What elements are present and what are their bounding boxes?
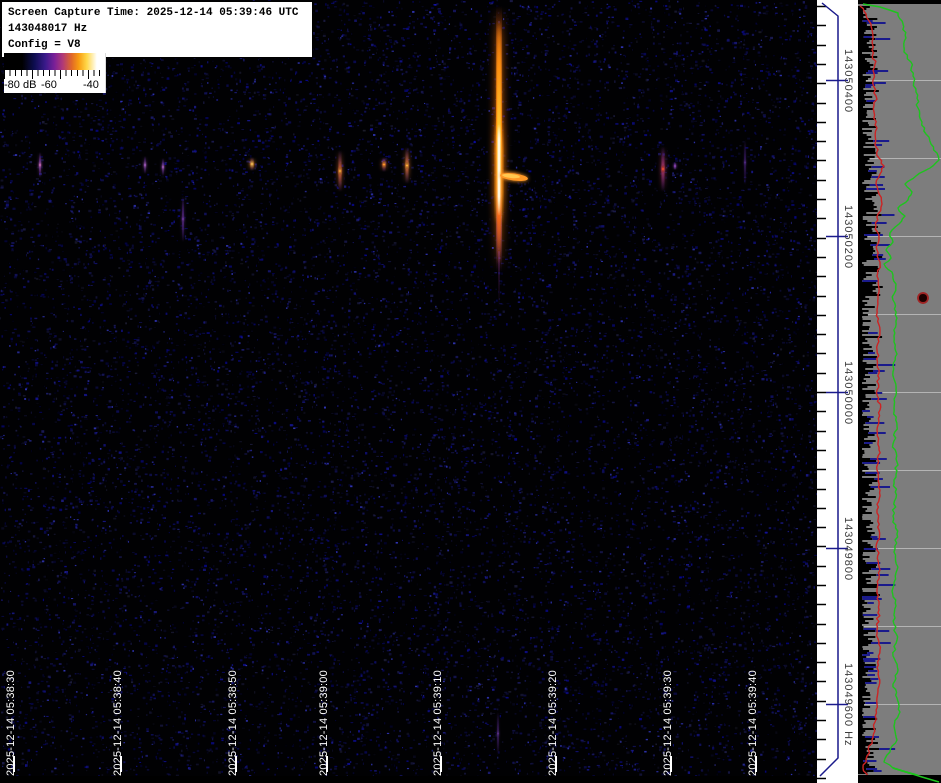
frequency-axis-label: 143049800: [842, 517, 854, 582]
capture-time-text: Screen Capture Time: 2025-12-14 05:39:46…: [8, 7, 299, 19]
time-axis-label: 2025-12-14 05:38:30: [5, 670, 17, 776]
time-axis-tick: [120, 756, 122, 772]
frequency-axis-label: 143050200: [842, 205, 854, 270]
time-axis-tick: [440, 756, 442, 772]
screen-capture: 2025-12-14 05:38:30 2025-12-14 05:38:40 20…: [0, 0, 941, 783]
time-axis-label: 2025-12-14 05:38:50: [227, 670, 239, 776]
spectrogram-waterfall: [0, 0, 818, 783]
time-axis-label: 2025-12-14 05:39:20: [547, 670, 559, 776]
capture-info-box: Screen Capture Time: 2025-12-14 05:39:46…: [1, 1, 313, 58]
time-axis-label: 2025-12-14 05:39:10: [432, 670, 444, 776]
frequency-axis-label: 143050000: [842, 361, 854, 426]
time-axis-tick: [755, 756, 757, 772]
scale-label-minus60db: -60: [41, 79, 57, 91]
time-axis-tick: [13, 756, 15, 772]
time-axis-label: 2025-12-14 05:39:30: [662, 670, 674, 776]
time-axis-tick: [235, 756, 237, 772]
time-axis-tick: [670, 756, 672, 772]
color-scale-labels: -80 dB -60 -40: [4, 79, 105, 93]
intensity-color-scale: -80 dB -60 -40: [4, 53, 106, 93]
center-frequency-text: 143048017 Hz: [8, 23, 88, 35]
color-scale-gradient: [4, 53, 105, 70]
time-axis-tick: [555, 756, 557, 772]
frequency-axis-label: 143049600 Hz: [842, 663, 854, 747]
time-axis-label: 2025-12-14 05:39:00: [318, 670, 330, 776]
color-scale-ticks: [4, 70, 105, 79]
time-axis-tick: [326, 756, 328, 772]
time-axis-label: 2025-12-14 05:39:40: [747, 670, 759, 776]
live-spectrum-panel: [858, 0, 941, 783]
config-text: Config = V8: [8, 39, 81, 51]
time-axis-label: 2025-12-14 05:38:40: [112, 670, 124, 776]
scale-label-minus40db: -40: [83, 79, 99, 91]
frequency-axis-label: 143050400: [842, 49, 854, 114]
scale-label-minus80db: -80 dB: [4, 79, 37, 91]
